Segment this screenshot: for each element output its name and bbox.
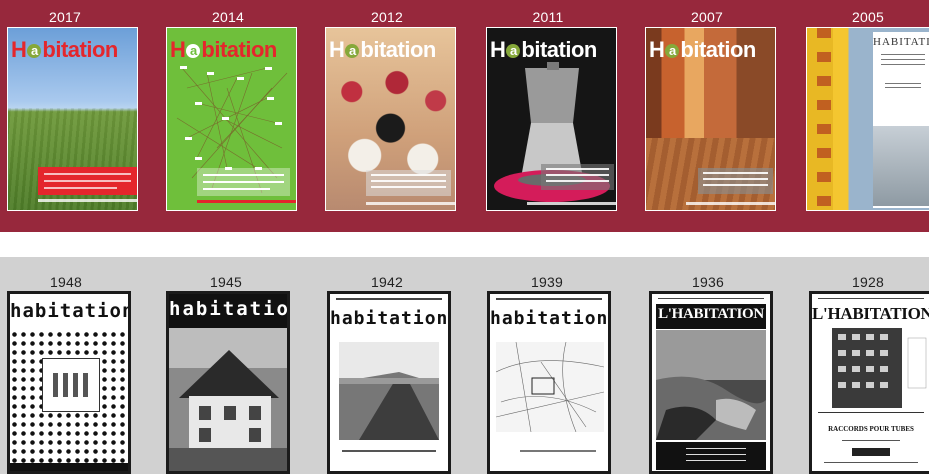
footer-bar <box>686 202 775 205</box>
modern-covers-band: 2017 Ha bitation 2014 Ha bitation 2012 H… <box>0 0 929 232</box>
cover-2011[interactable]: Ha bitation <box>486 27 617 211</box>
cover-2014[interactable]: Ha bitation <box>166 27 297 211</box>
headline-box <box>197 168 290 196</box>
year-label-2005: 2005 <box>852 9 884 25</box>
footer-block <box>656 442 766 470</box>
cover-logo: habitation <box>330 308 449 329</box>
cover-2007[interactable]: Ha bitation <box>645 27 776 211</box>
city-map <box>496 342 604 432</box>
cover-logo: HABITATION <box>873 36 929 48</box>
headline-box <box>38 167 137 195</box>
cover-1939[interactable]: habitation <box>487 291 611 474</box>
header-line <box>496 298 602 300</box>
cover-logo: habitation <box>169 298 290 320</box>
mountain-image <box>873 126 929 206</box>
cover-2017[interactable]: Ha bitation <box>7 27 138 211</box>
footer-bar <box>527 202 616 205</box>
cover-2005[interactable]: HABITATION <box>806 27 929 211</box>
cover-logo: Ha bitation <box>11 37 118 62</box>
cover-logo: habitation <box>10 300 131 322</box>
cover-1942[interactable]: habitation <box>327 291 451 474</box>
field-texture <box>8 108 137 210</box>
cover-2012[interactable]: Ha bitation <box>325 27 456 211</box>
ad-rule <box>818 412 924 413</box>
year-label-1945: 1945 <box>210 274 242 290</box>
year-label-1928: 1928 <box>852 274 884 290</box>
historic-covers-band: 1948 habitation 1945 habitation 1942 hab… <box>0 257 929 474</box>
caption-line <box>342 450 436 452</box>
ad-logo <box>852 448 890 456</box>
cover-logo: L'HABITATION <box>812 304 929 323</box>
cover-1928[interactable]: L'HABITATION RACCORDS POUR TUBES <box>809 291 929 474</box>
headline-box <box>698 168 773 194</box>
cover-1936[interactable]: L'HABITATION <box>649 291 773 474</box>
year-label-2017: 2017 <box>49 9 81 25</box>
aerial-photo <box>656 330 766 440</box>
ad-headline: RACCORDS POUR TUBES <box>828 425 914 433</box>
footer-bar <box>366 202 455 205</box>
center-illustration <box>42 358 100 412</box>
cover-1948[interactable]: habitation <box>7 291 131 474</box>
footer-bar <box>38 199 137 202</box>
year-label-1936: 1936 <box>692 274 724 290</box>
footer-bar <box>10 463 128 471</box>
building-facade <box>817 28 831 210</box>
headline-box <box>366 170 451 196</box>
building-photo <box>832 328 927 408</box>
header-line <box>336 298 442 300</box>
header-line <box>818 298 924 299</box>
year-label-1939: 1939 <box>531 274 563 290</box>
cover-logo: habitation <box>490 308 609 329</box>
cover-logo: Ha bitation <box>649 37 756 62</box>
cover-1945[interactable]: habitation <box>166 291 290 474</box>
header-line <box>658 298 764 299</box>
year-label-1942: 1942 <box>371 274 403 290</box>
footer-bar <box>197 200 296 203</box>
year-label-2011: 2011 <box>532 9 564 25</box>
road-photo <box>339 342 439 440</box>
ad-footer-line <box>824 462 918 463</box>
house-photo <box>169 328 287 471</box>
year-label-2014: 2014 <box>212 9 244 25</box>
headline-box <box>541 164 614 190</box>
cover-logo: Ha bitation <box>329 37 436 62</box>
ad-line <box>842 440 900 441</box>
cover-logo: L'HABITATION <box>658 306 764 322</box>
caption-line <box>520 450 596 452</box>
year-label-1948: 1948 <box>50 274 82 290</box>
year-label-2007: 2007 <box>691 9 723 25</box>
year-label-2012: 2012 <box>371 9 403 25</box>
